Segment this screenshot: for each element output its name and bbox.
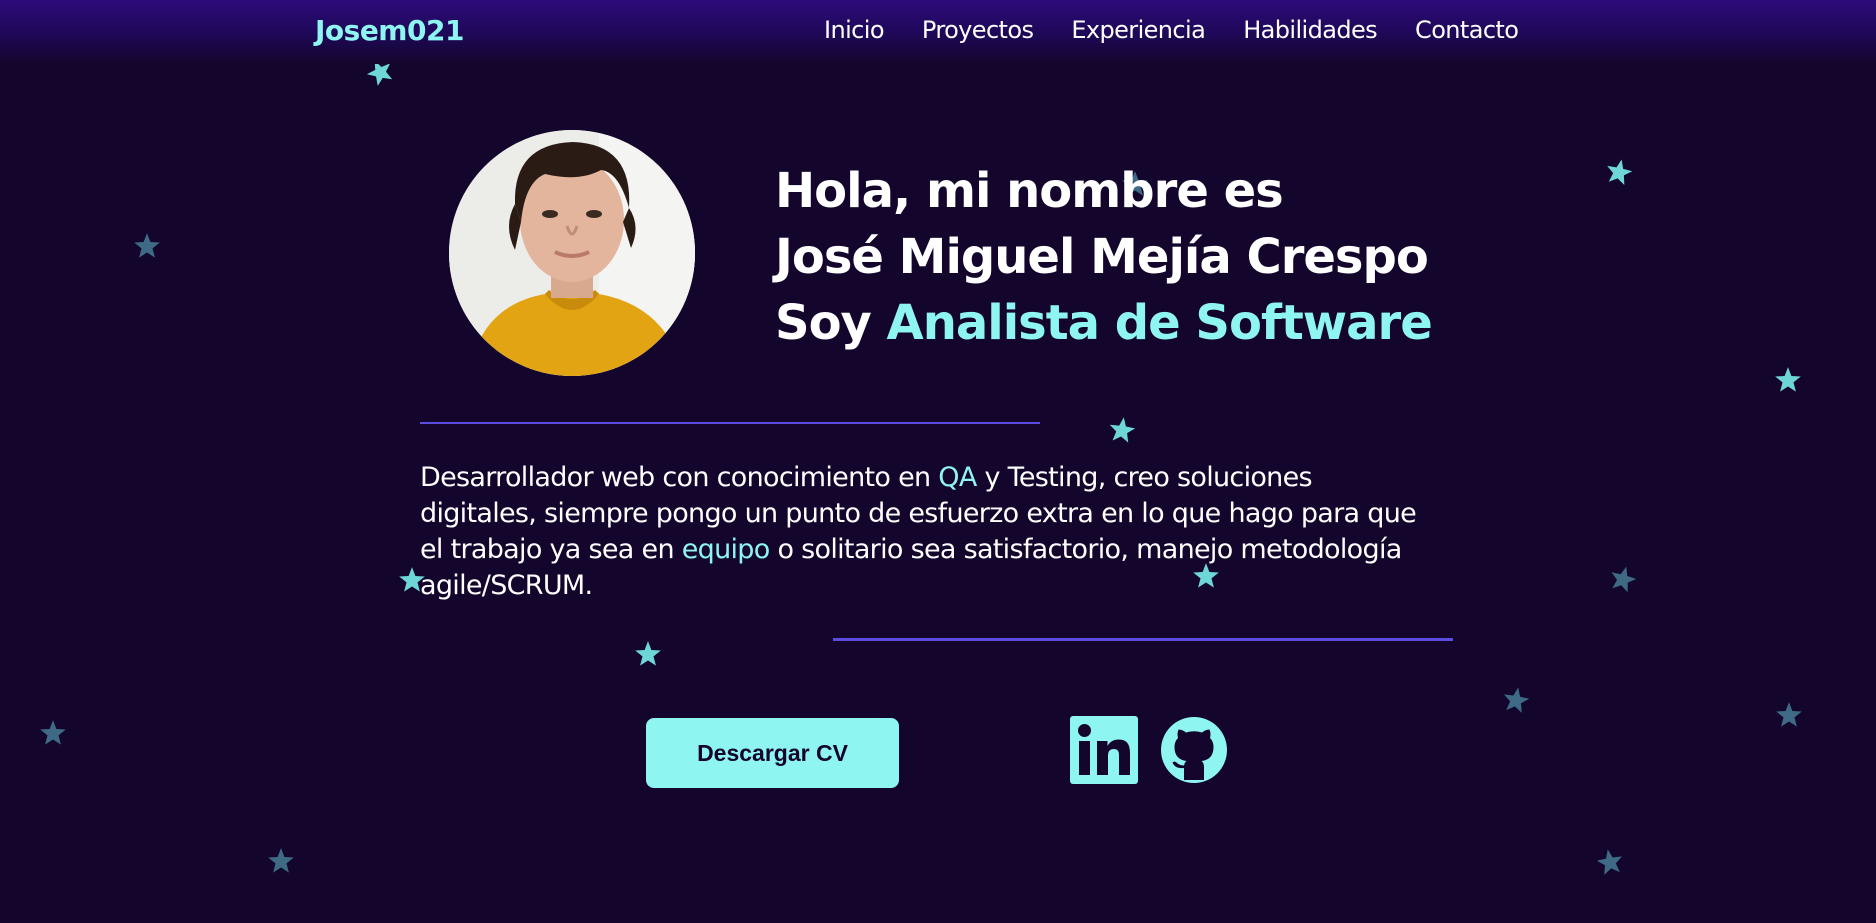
hero-heading: Hola, mi nombre es José Miguel Mejía Cre… (775, 158, 1495, 356)
about-highlight-equipo: equipo (681, 534, 771, 565)
star-icon (1775, 701, 1803, 729)
star-icon (1605, 158, 1633, 186)
nav-link-inicio[interactable]: Inicio (824, 16, 885, 44)
about-highlight-qa: QA (938, 462, 977, 493)
star-icon (39, 719, 67, 747)
star-icon (1774, 366, 1802, 394)
site-logo[interactable]: Josem021 (315, 14, 464, 47)
star-icon (634, 640, 662, 668)
download-cv-button[interactable]: Descargar CV (646, 718, 899, 788)
profile-photo (449, 130, 695, 376)
hero-role-line: Soy Analista de Software (775, 290, 1495, 356)
star-icon (1108, 416, 1136, 444)
nav-link-experiencia[interactable]: Experiencia (1071, 16, 1205, 44)
page: Josem021 Inicio Proyectos Experiencia Ha… (0, 0, 1876, 923)
star-icon (1502, 686, 1530, 714)
github-link[interactable] (1160, 716, 1228, 784)
about-text: Desarrollador web con conocimiento en QA… (420, 460, 1430, 604)
star-icon (267, 847, 295, 875)
divider (833, 638, 1453, 641)
hero-role-prefix: Soy (775, 295, 887, 351)
about-text-part: Desarrollador web con conocimiento en (420, 462, 939, 493)
nav-link-contacto[interactable]: Contacto (1415, 16, 1519, 44)
star-icon (133, 232, 161, 260)
hero-role: Analista de Software (886, 295, 1433, 351)
nav-link-habilidades[interactable]: Habilidades (1243, 16, 1377, 44)
hero-greeting: Hola, mi nombre es (775, 163, 1284, 219)
nav-link-proyectos[interactable]: Proyectos (922, 16, 1034, 44)
star-icon (1609, 565, 1637, 593)
main-nav: Inicio Proyectos Experiencia Habilidades… (824, 16, 1519, 44)
hero-name: José Miguel Mejía Crespo (775, 229, 1429, 285)
star-icon (1596, 848, 1624, 876)
linkedin-icon (1070, 716, 1138, 784)
divider (420, 422, 1040, 424)
github-icon (1161, 717, 1227, 783)
top-navbar: Josem021 Inicio Proyectos Experiencia Ha… (0, 0, 1876, 64)
linkedin-link[interactable] (1070, 716, 1138, 784)
